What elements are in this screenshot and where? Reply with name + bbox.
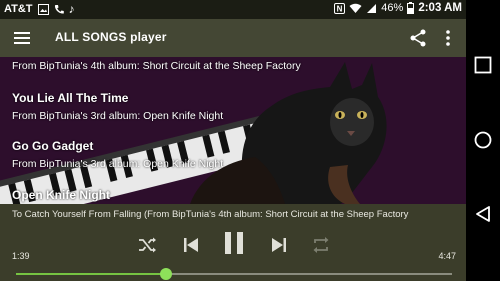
player-controls: To Catch Yourself From Falling (From Bip… (0, 204, 466, 281)
now-playing-title: To Catch Yourself From Falling (From Bip… (12, 209, 409, 220)
screen: AT&T ♪ N 46% 2:03 AM ALL SONGS player Fr… (0, 0, 500, 281)
seek-progress (16, 273, 167, 275)
repeat-icon[interactable] (310, 234, 332, 256)
skip-next-icon[interactable] (268, 234, 290, 256)
seek-bar[interactable] (16, 268, 452, 280)
seek-thumb[interactable] (160, 268, 173, 280)
share-icon[interactable] (408, 28, 428, 48)
song-title: Open Knife Night (12, 188, 110, 202)
wifi-icon (349, 3, 362, 13)
image-icon (37, 3, 49, 15)
clock: 2:03 AM (418, 2, 462, 14)
more-vert-icon[interactable] (438, 28, 458, 48)
battery-icon (407, 2, 415, 14)
song-subtitle: From BipTunia's 4th album: Short Circuit… (12, 60, 301, 72)
song-list-area: From BipTunia's 4th album: Short Circuit… (0, 57, 466, 204)
music-note-icon: ♪ (68, 2, 75, 16)
page-title: ALL SONGS player (55, 30, 167, 44)
navigation-bar (466, 0, 500, 281)
song-title: Go Go Gadget (12, 139, 94, 153)
signal-icon (367, 3, 377, 13)
svg-text:N: N (337, 4, 343, 13)
phone-icon (54, 4, 64, 14)
song-list: From BipTunia's 4th album: Short Circuit… (0, 57, 466, 204)
menu-icon[interactable] (12, 28, 32, 48)
status-bar: AT&T ♪ N 46% 2:03 AM (0, 0, 466, 19)
nfc-icon: N (334, 2, 346, 14)
song-title: You Lie All The Time (12, 91, 129, 105)
skip-previous-icon[interactable] (180, 234, 202, 256)
home-icon[interactable] (474, 131, 492, 149)
pause-icon[interactable] (220, 229, 248, 257)
recents-icon[interactable] (474, 56, 492, 74)
elapsed-time: 1:39 (12, 251, 30, 261)
app-bar: ALL SONGS player (0, 19, 466, 57)
duration-time: 4:47 (438, 251, 456, 261)
song-subtitle: From BipTunia's 3rd album: Open Knife Ni… (12, 158, 224, 170)
back-icon[interactable] (474, 205, 492, 223)
battery-percent: 46% (381, 2, 404, 14)
song-subtitle: From BipTunia's 3rd album: Open Knife Ni… (12, 110, 224, 122)
shuffle-icon[interactable] (136, 234, 158, 256)
carrier-label: AT&T (4, 3, 33, 15)
